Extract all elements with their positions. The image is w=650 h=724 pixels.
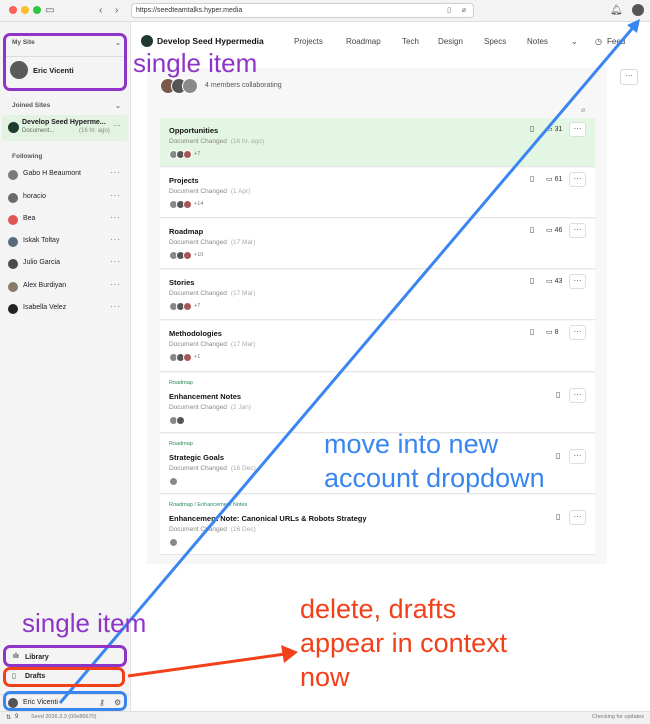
annotation-move-line1: move into new [324,429,499,459]
update-status: Checking for updates [592,714,644,720]
sync-count: 9 [15,714,19,720]
arrow-head-icon [281,645,298,663]
annotation-box-my-site [3,33,127,91]
annotation-delete-line3: now [300,662,350,692]
annotation-delete-line2: appear in context [300,628,508,658]
annotation-single-item-bottom: single item [22,608,147,638]
arrow-line [127,652,286,678]
annotation-box-account [3,691,127,711]
annotation-delete-line1: delete, drafts [300,594,457,624]
annotation-box-drafts [3,667,125,687]
sync-icon[interactable]: ⇅ [6,714,11,721]
app-version: Seed 2026.3.3 (00e86670) [31,714,97,720]
annotation-single-item-top: single item [133,48,258,78]
status-bar: ⇅ 9 Seed 2026.3.3 (00e86670) Checking fo… [0,711,650,724]
annotation-move-line2: account dropdown [324,463,545,493]
annotation-box-library [3,645,127,667]
